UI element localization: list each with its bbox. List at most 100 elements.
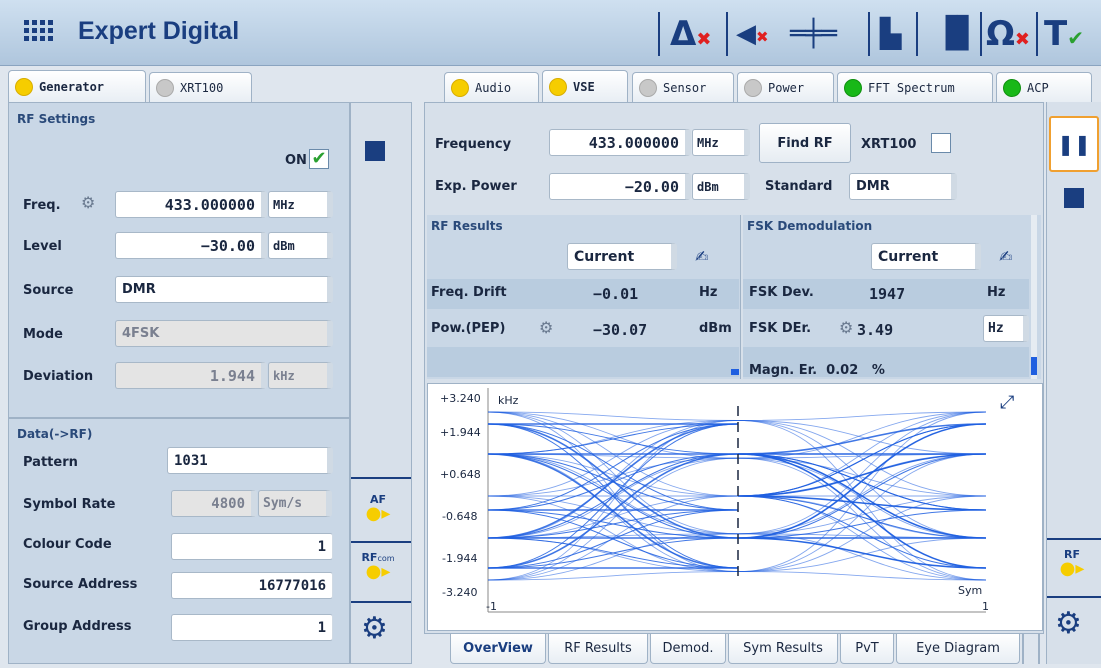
fsk-partial-row: Magn. Er. 0.02 % bbox=[749, 363, 885, 378]
tab-fft-spectrum[interactable]: FFT Spectrum bbox=[837, 72, 993, 102]
tab-xrt100[interactable]: XRT100 bbox=[149, 72, 252, 102]
tab-label: VSE bbox=[573, 79, 595, 94]
expand-icon[interactable]: ⤢ bbox=[1000, 392, 1014, 413]
ohm-icon[interactable]: Ω✖ bbox=[986, 14, 1030, 54]
level-input[interactable]: −30.00 bbox=[115, 232, 267, 259]
colour-code-input[interactable]: 1 bbox=[171, 533, 333, 560]
fsk-mode-select[interactable]: Current bbox=[871, 243, 981, 270]
exp-power-unit[interactable]: dBm bbox=[692, 173, 750, 200]
tab-pvt[interactable]: PvT bbox=[840, 634, 894, 664]
tab-overflow-indicator[interactable] bbox=[1022, 634, 1040, 664]
tab-demod[interactable]: Demod. bbox=[650, 634, 726, 664]
eye-trace bbox=[737, 419, 987, 581]
exp-power-input[interactable]: −20.00 bbox=[549, 173, 691, 200]
settings-gear-icon[interactable]: ⚙ bbox=[361, 611, 388, 646]
tab-sensor[interactable]: Sensor bbox=[632, 72, 734, 102]
tab-label: Power bbox=[768, 80, 805, 95]
scroll-marker bbox=[731, 369, 739, 375]
eye-trace bbox=[487, 419, 739, 581]
eye-trace bbox=[487, 457, 739, 497]
left-tab-bar: Generator XRT100 bbox=[8, 70, 408, 102]
source-address-input[interactable]: 16777016 bbox=[171, 572, 333, 599]
toolbar-divider bbox=[658, 12, 660, 56]
eye-trace bbox=[487, 423, 739, 539]
stop-icon[interactable] bbox=[365, 141, 385, 161]
right-tab-bar: Audio VSE Sensor Power FFT Spectrum ACP bbox=[444, 70, 1100, 102]
gear-icon[interactable]: ⚙ bbox=[81, 193, 95, 212]
rf-settings-title: RF Settings bbox=[17, 112, 96, 126]
tt-icon[interactable]: T✔ bbox=[1044, 14, 1084, 54]
file-icon[interactable]: ▙ bbox=[880, 14, 902, 54]
tab-generator[interactable]: Generator bbox=[8, 70, 146, 102]
rf-generator-button[interactable]: RF ●▸ bbox=[1051, 548, 1093, 578]
rf-com-generator-button[interactable]: RFcom ●▸ bbox=[357, 551, 399, 581]
find-rf-button[interactable]: Find RF bbox=[759, 123, 851, 163]
rf-results-title: RF Results bbox=[431, 219, 503, 233]
level-unit-select[interactable]: dBm bbox=[268, 232, 333, 259]
plug-icon[interactable]: ═╪═ bbox=[790, 14, 837, 54]
toolbar-divider bbox=[868, 12, 870, 56]
on-label: ON bbox=[285, 153, 307, 168]
pattern-select[interactable]: 1031 bbox=[167, 447, 333, 474]
freq-input[interactable]: 433.000000 bbox=[115, 191, 267, 218]
tab-label: ACP bbox=[1027, 80, 1049, 95]
stop-icon[interactable] bbox=[1064, 188, 1084, 208]
rf-row-unit: Hz bbox=[699, 285, 718, 300]
status-yellow-icon bbox=[15, 77, 33, 96]
eye-trace bbox=[737, 411, 987, 573]
standard-select[interactable]: DMR bbox=[849, 173, 957, 200]
tab-eye-diagram[interactable]: Eye Diagram bbox=[896, 634, 1020, 664]
fsk-der-unit-select[interactable]: Hz bbox=[983, 315, 1029, 342]
eye-trace bbox=[487, 533, 739, 581]
tab-power[interactable]: Power bbox=[737, 72, 834, 102]
tab-vse[interactable]: VSE bbox=[542, 70, 628, 102]
tab-overview[interactable]: OverView bbox=[450, 634, 546, 664]
edit-icon[interactable]: ✍ bbox=[999, 247, 1012, 266]
rf-row-label: Pow.(PEP) bbox=[431, 321, 506, 336]
freq-unit-select[interactable]: MHz bbox=[268, 191, 333, 218]
gear-icon[interactable]: ⚙ bbox=[839, 318, 853, 337]
toolbar-divider bbox=[980, 12, 982, 56]
group-address-input[interactable]: 1 bbox=[171, 614, 333, 641]
rf-settings-panel: RF Settings ON ✔ Freq. ⚙ 433.000000 MHz … bbox=[8, 102, 350, 418]
af-generator-button[interactable]: AF ●▸ bbox=[357, 493, 399, 523]
scrollbar[interactable] bbox=[1031, 215, 1037, 379]
status-yellow-icon bbox=[451, 78, 469, 97]
y-tick-label: -3.240 bbox=[442, 586, 478, 599]
tab-sym-results[interactable]: Sym Results bbox=[728, 634, 838, 664]
eye-trace bbox=[737, 411, 987, 459]
tab-rf-results[interactable]: RF Results bbox=[548, 634, 648, 664]
vse-frequency-input[interactable]: 433.000000 bbox=[549, 129, 691, 156]
edit-icon[interactable]: ✍ bbox=[695, 247, 708, 266]
rf-results-mode-select[interactable]: Current bbox=[567, 243, 677, 270]
delta-x-icon[interactable]: Δ✖ bbox=[670, 14, 711, 54]
tab-acp[interactable]: ACP bbox=[996, 72, 1092, 102]
data-rf-title: Data(->RF) bbox=[17, 427, 93, 441]
status-green-icon bbox=[1003, 78, 1021, 97]
fsk-row-unit: Hz bbox=[987, 285, 1006, 300]
source-select[interactable]: DMR bbox=[115, 276, 333, 303]
xrt100-checkbox[interactable] bbox=[931, 133, 951, 153]
gear-icon[interactable]: ⚙ bbox=[539, 318, 553, 337]
fsk-row-value: 3.49 bbox=[857, 321, 894, 339]
vse-frequency-unit[interactable]: MHz bbox=[692, 129, 750, 156]
eye-trace bbox=[487, 453, 739, 535]
frequency-label: Frequency bbox=[435, 137, 512, 152]
pause-button[interactable]: ❚❚ bbox=[1049, 116, 1099, 172]
y-tick-label: +3.240 bbox=[440, 392, 481, 405]
tab-label: XRT100 bbox=[180, 80, 224, 95]
fsk-row-value: 1947 bbox=[869, 285, 906, 303]
rf-row-value: −30.07 bbox=[593, 321, 648, 339]
eye-trace bbox=[737, 457, 987, 497]
on-checkbox[interactable]: ✔ bbox=[309, 149, 329, 169]
app-title: Expert Digital bbox=[78, 17, 240, 45]
mute-icon[interactable]: ◀✖ bbox=[736, 14, 769, 54]
y-tick-label: -1.944 bbox=[442, 552, 478, 565]
split-icon[interactable]: ▐▌ bbox=[934, 14, 980, 54]
toolbar-divider bbox=[1036, 12, 1038, 56]
scrollbar-thumb[interactable] bbox=[1031, 357, 1037, 375]
settings-gear-icon[interactable]: ⚙ bbox=[1055, 606, 1082, 641]
apps-grid-icon[interactable] bbox=[24, 20, 54, 46]
mode-field: 4FSK bbox=[115, 320, 333, 347]
tab-audio[interactable]: Audio bbox=[444, 72, 539, 102]
